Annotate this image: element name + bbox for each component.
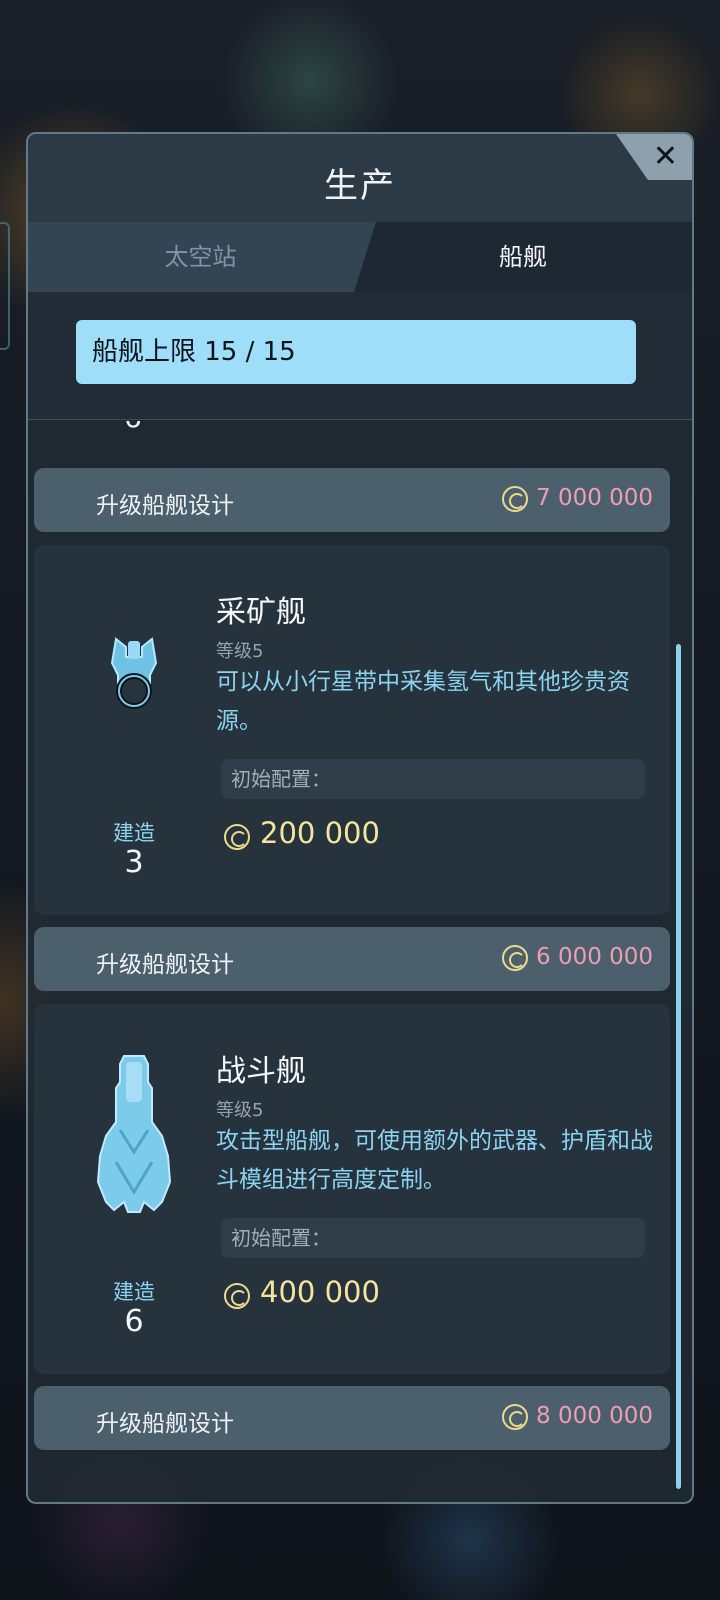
credits-icon <box>224 1283 250 1309</box>
ship-card-mining[interactable]: 采矿舰 等级5 可以从小行星带中采集氢气和其他珍贵资源。 初始配置： 建造 3 … <box>34 545 670 915</box>
production-dialog: 生产 ✕ 太空站 船舰 船舰上限 15 / 15 6 升级船舰设计 7 000 … <box>26 132 694 1504</box>
upgrade-cost: 6 000 000 <box>536 944 654 970</box>
ship-card-battleship[interactable]: 战斗舰 等级5 攻击型船舰，可使用额外的武器、护盾和战斗模组进行高度定制。 初始… <box>34 1004 670 1374</box>
upgrade-design-button[interactable]: 升级船舰设计 7 000 000 <box>34 468 670 532</box>
ship-name: 采矿舰 <box>216 595 306 630</box>
ship-limit-bar: 船舰上限 15 / 15 <box>76 320 636 384</box>
credits-icon <box>502 486 528 512</box>
close-icon: ✕ <box>652 139 678 174</box>
mining-ship-icon <box>110 637 158 709</box>
tab-space-station[interactable]: 太空站 <box>28 222 373 292</box>
upgrade-label: 升级船舰设计 <box>96 952 234 978</box>
ship-description: 可以从小行星带中采集氢气和其他珍贵资源。 <box>216 669 630 734</box>
limit-section: 船舰上限 15 / 15 <box>28 292 692 420</box>
upgrade-cost: 8 000 000 <box>536 1403 654 1429</box>
tab-bar: 太空站 船舰 <box>28 222 692 292</box>
ship-level: 等级5 <box>216 1100 264 1121</box>
initial-config[interactable]: 初始配置： <box>221 759 645 799</box>
upgrade-label: 升级船舰设计 <box>96 493 234 519</box>
scrollbar[interactable] <box>676 644 681 1489</box>
build-count: 3 <box>124 845 144 880</box>
upgrade-cost: 7 000 000 <box>536 485 654 511</box>
side-panel-edge <box>0 222 10 350</box>
ship-name: 战斗舰 <box>216 1054 306 1089</box>
build-label: 建造 <box>113 1280 155 1304</box>
upgrade-label: 升级船舰设计 <box>96 1411 234 1437</box>
dialog-title: 生产 <box>324 166 396 206</box>
build-cost: 400 000 <box>260 1275 380 1309</box>
upgrade-design-button[interactable]: 升级船舰设计 6 000 000 <box>34 927 670 991</box>
ship-level: 等级5 <box>216 641 264 662</box>
build-count: 6 <box>124 1304 144 1339</box>
initial-config[interactable]: 初始配置： <box>221 1218 645 1258</box>
credits-icon <box>224 824 250 850</box>
ship-list[interactable]: 6 升级船舰设计 7 000 000 采矿舰 等级5 可以从小行星带中采集氢气和… <box>28 421 692 1502</box>
ship-description: 攻击型船舰，可使用额外的武器、护盾和战斗模组进行高度定制。 <box>216 1128 653 1193</box>
dialog-header: 生产 ✕ <box>28 134 692 222</box>
credits-icon <box>502 945 528 971</box>
build-count: 6 <box>124 421 142 434</box>
upgrade-design-button[interactable]: 升级船舰设计 8 000 000 <box>34 1386 670 1450</box>
build-cost: 200 000 <box>260 816 380 850</box>
credits-icon <box>502 1404 528 1430</box>
battleship-icon <box>96 1055 172 1213</box>
build-label: 建造 <box>113 821 155 845</box>
tab-ships[interactable]: 船舰 <box>354 222 692 292</box>
